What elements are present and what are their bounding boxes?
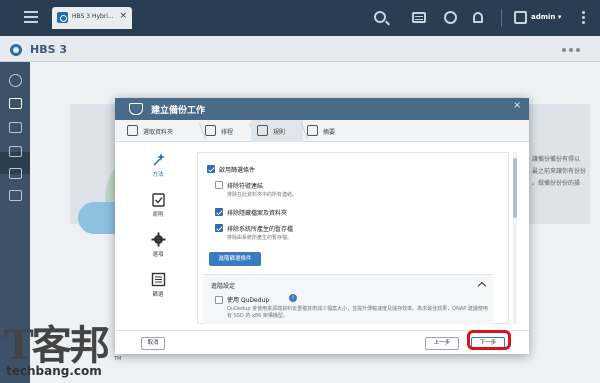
hbs-logo-icon bbox=[10, 44, 22, 56]
option-label: 排除隱藏檔案及資料夾 bbox=[227, 210, 288, 217]
sync-icon[interactable] bbox=[444, 11, 457, 24]
method-icon bbox=[153, 153, 165, 166]
nav-label: 方法 bbox=[152, 172, 164, 178]
username-menu[interactable]: admin ▾ bbox=[531, 13, 561, 21]
wizard-steps: 選取資料夾 排程 規則 摘要 bbox=[115, 120, 529, 142]
user-icon[interactable] bbox=[514, 11, 527, 24]
option-description: 排除在此資料夾中的所有連結。 bbox=[227, 192, 298, 198]
bell-icon[interactable] bbox=[473, 12, 483, 23]
backup-job-icon bbox=[129, 103, 143, 115]
nav-options[interactable]: 選項 bbox=[133, 232, 183, 262]
checkbox[interactable] bbox=[215, 224, 223, 232]
backup-icon[interactable] bbox=[9, 98, 22, 109]
step-label: 排程 bbox=[221, 129, 234, 136]
menu-icon[interactable] bbox=[24, 11, 38, 23]
create-backup-job-dialog: 建立備份工作 × 選取資料夾 排程 規則 摘要 方法 原則 選項 篩選 啟用篩選… bbox=[115, 98, 529, 354]
step-label: 選取資料夾 bbox=[143, 129, 174, 136]
app-header: HBS 3 bbox=[0, 36, 600, 62]
services-icon[interactable] bbox=[9, 190, 22, 201]
info-icon[interactable]: i bbox=[289, 294, 297, 302]
cancel-button[interactable]: 取消 bbox=[141, 337, 165, 350]
sliders-icon bbox=[257, 125, 268, 136]
filter-icon bbox=[151, 272, 166, 287]
step-select-folder[interactable]: 選取資料夾 bbox=[115, 120, 199, 142]
tab-label: HBS 3 Hybri... bbox=[72, 13, 114, 20]
restore-icon[interactable] bbox=[9, 122, 22, 133]
folder-icon bbox=[127, 125, 138, 136]
step-summary[interactable]: 摘要 bbox=[303, 120, 353, 142]
option-label: 排除符號連結 bbox=[227, 183, 264, 190]
dialog-header: 建立備份工作 × bbox=[115, 98, 529, 120]
watermark-logo: T客邦 bbox=[4, 322, 110, 369]
techbang-watermark: T客邦 techbang.com TM bbox=[0, 313, 126, 383]
nav-label: 原則 bbox=[152, 212, 164, 218]
checkbox[interactable] bbox=[215, 208, 223, 216]
scrollbar[interactable] bbox=[513, 152, 517, 324]
checkbox[interactable] bbox=[215, 181, 223, 189]
summary-icon bbox=[307, 125, 318, 136]
step-label: 摘要 bbox=[323, 129, 336, 136]
advanced-settings-title: 進階設定 bbox=[211, 283, 236, 290]
watermark-tm: TM bbox=[114, 356, 122, 362]
option-description: 排除由系統所產生的暫存檔。 bbox=[227, 235, 293, 241]
nav-label: 篩選 bbox=[152, 292, 164, 298]
more-icon[interactable] bbox=[582, 11, 585, 25]
dialog-title: 建立備份工作 bbox=[151, 106, 206, 116]
step-label: 規則 bbox=[273, 129, 286, 136]
divider bbox=[501, 9, 502, 27]
background-text: 。做備份份份的操 bbox=[532, 180, 581, 187]
calendar-icon bbox=[205, 125, 216, 136]
chevron-up-icon[interactable] bbox=[477, 281, 487, 291]
advanced-filter-button[interactable]: 進階篩選條件 bbox=[209, 252, 261, 266]
qudedup-checkbox[interactable] bbox=[215, 296, 223, 304]
next-button-highlight bbox=[467, 330, 511, 350]
background-text: 讓備份備份有得以 bbox=[532, 156, 581, 163]
option-label: 啟用篩選條件 bbox=[219, 167, 256, 174]
watermark-domain: techbang.com bbox=[6, 364, 102, 378]
close-tab-icon[interactable]: × bbox=[119, 11, 127, 21]
advanced-settings: 進階設定 使用 QuDedup i QuDedup 會使用來源端資料去重複技術減… bbox=[203, 274, 493, 324]
qudedup-label: 使用 QuDedup bbox=[227, 297, 270, 304]
policy-icon bbox=[152, 193, 165, 207]
overview-icon[interactable] bbox=[9, 74, 22, 87]
top-bar: HBS 3 Hybri... × admin ▾ bbox=[0, 0, 600, 36]
scrollbar-thumb[interactable] bbox=[513, 158, 517, 218]
search-icon[interactable] bbox=[374, 11, 386, 23]
storage-icon[interactable] bbox=[9, 168, 22, 179]
option-label: 排除系統所產生的暫存檔 bbox=[227, 226, 294, 233]
nav-filter[interactable]: 篩選 bbox=[133, 272, 183, 302]
back-button[interactable]: 上一步 bbox=[425, 337, 459, 350]
nav-label: 選項 bbox=[152, 252, 164, 258]
close-icon[interactable]: × bbox=[513, 100, 521, 111]
options-gear-icon bbox=[151, 232, 166, 247]
app-tab[interactable]: HBS 3 Hybri... × bbox=[52, 7, 132, 29]
app-title: HBS 3 bbox=[30, 43, 67, 56]
task-icon[interactable] bbox=[412, 12, 426, 23]
sync-rail-icon[interactable] bbox=[9, 146, 22, 157]
background-text: 最之前來讓你有份份 bbox=[532, 168, 587, 175]
qudedup-description: QuDedup 會使用來源端資料去重複技術減少檔案大小，並提升傳輸速度及儲存效率… bbox=[227, 306, 488, 319]
nav-method[interactable]: 方法 bbox=[133, 152, 183, 182]
nav-policy[interactable]: 原則 bbox=[133, 192, 183, 222]
hbs-tab-icon bbox=[57, 12, 68, 23]
checkbox[interactable] bbox=[207, 165, 215, 173]
app-actions-icon[interactable] bbox=[562, 46, 583, 54]
